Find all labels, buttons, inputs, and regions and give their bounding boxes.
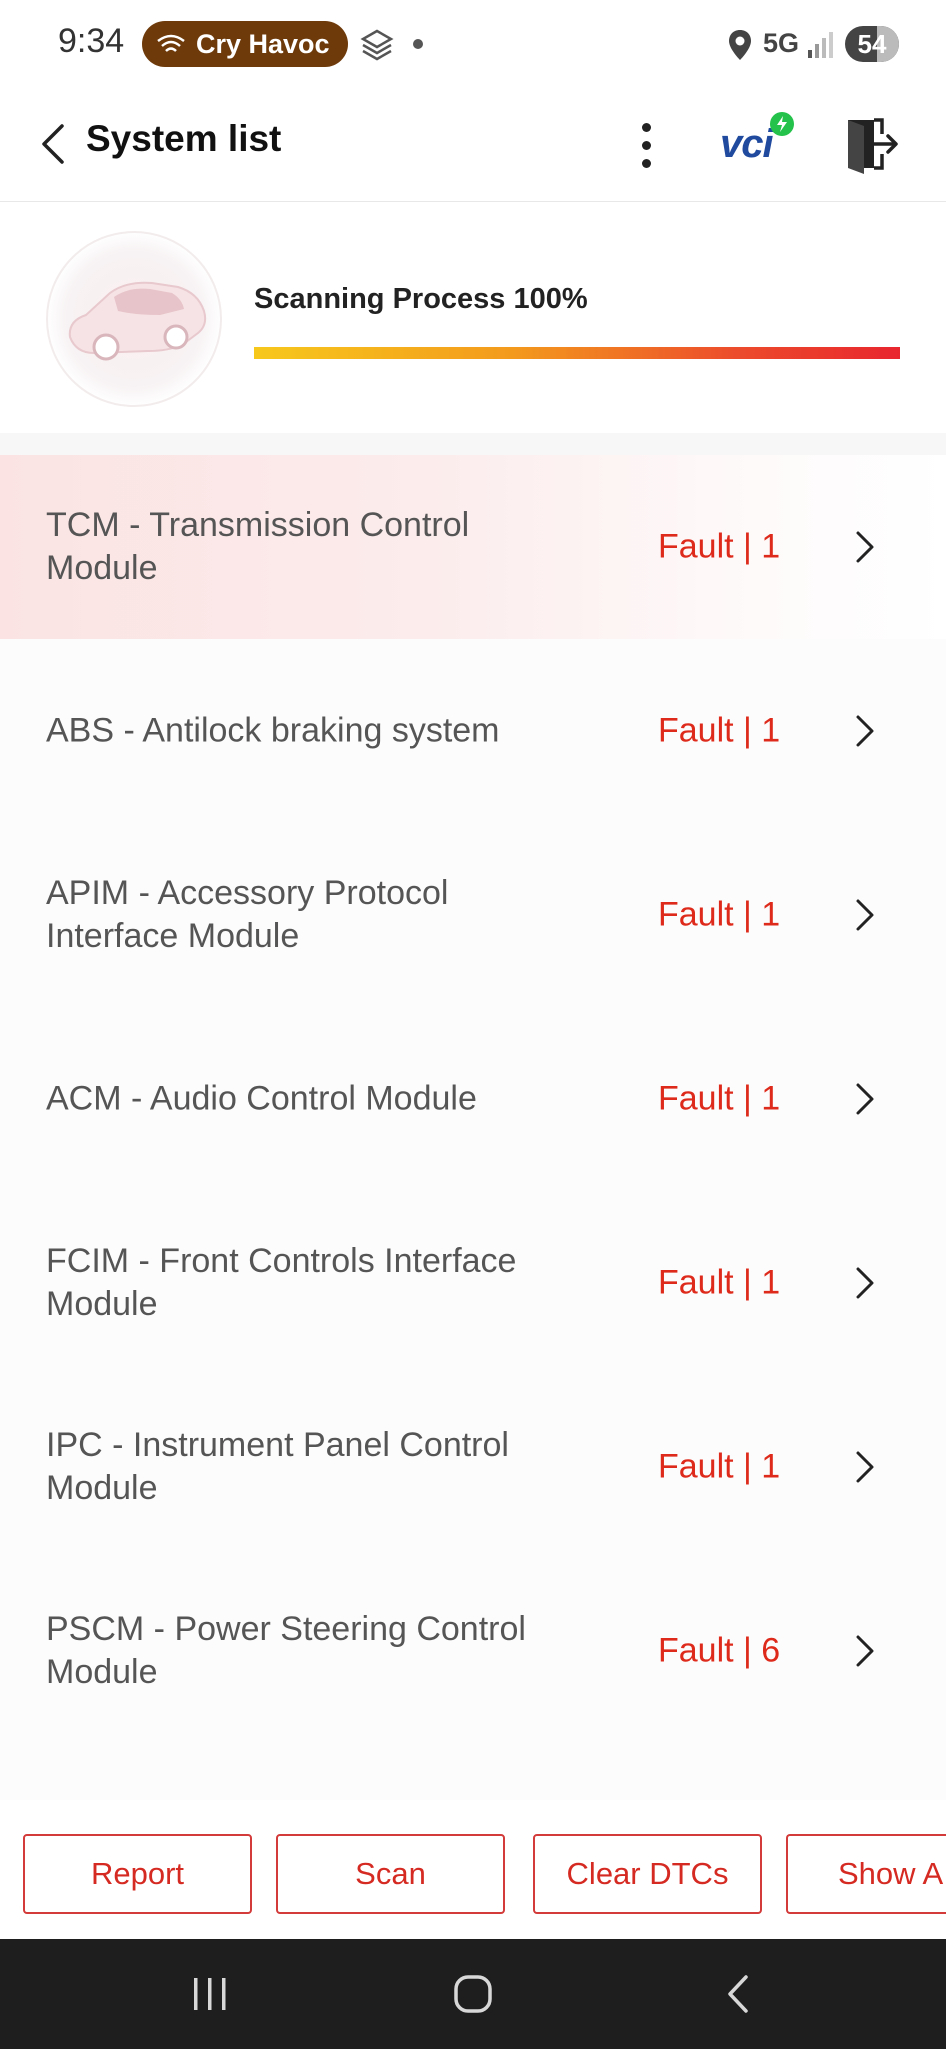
status-bar: 9:34 Cry Havoc 5G 54 bbox=[0, 0, 946, 90]
system-name: ACM - Audio Control Module bbox=[46, 1079, 477, 1118]
fault-status: Fault | 1 bbox=[658, 527, 781, 566]
vci-status-button[interactable]: vci bbox=[720, 110, 800, 180]
app-pill-label: Cry Havoc bbox=[196, 28, 330, 59]
signal-icon bbox=[808, 32, 833, 58]
exit-icon bbox=[848, 118, 898, 174]
vci-connected-icon bbox=[770, 112, 794, 136]
system-row[interactable]: ACM - Audio Control Module Fault | 1 bbox=[0, 1007, 946, 1191]
chevron-right-icon bbox=[856, 715, 874, 747]
layers-icon bbox=[360, 29, 394, 61]
system-list: TCM - Transmission Control Module Fault … bbox=[0, 455, 946, 1800]
scan-button[interactable]: Scan bbox=[276, 1834, 505, 1914]
recent-apps-icon bbox=[194, 1978, 226, 2010]
system-row[interactable]: TCM - Transmission Control Module Fault … bbox=[0, 455, 946, 639]
system-name: ABS - Antilock braking system bbox=[46, 711, 500, 750]
page-title: System list bbox=[86, 118, 282, 159]
notification-dot bbox=[413, 39, 423, 49]
vci-label: vci bbox=[720, 122, 774, 166]
back-icon bbox=[728, 1975, 748, 2013]
system-name: PSCM - Power Steering Control Module bbox=[46, 1610, 526, 1691]
chevron-right-icon bbox=[856, 531, 874, 563]
back-button[interactable] bbox=[28, 114, 76, 174]
system-row[interactable]: IPC - Instrument Panel Control Module Fa… bbox=[0, 1375, 946, 1559]
app-activity-pill[interactable]: Cry Havoc bbox=[142, 21, 348, 67]
system-back-button[interactable] bbox=[718, 1967, 758, 2021]
chevron-right-icon bbox=[856, 1451, 874, 1483]
system-name: FCIM - Front Controls Interface Module bbox=[46, 1242, 517, 1323]
waves-icon bbox=[157, 34, 185, 52]
chevron-right-icon bbox=[856, 1635, 874, 1667]
network-type: 5G bbox=[763, 28, 800, 58]
exit-button[interactable] bbox=[842, 112, 902, 176]
app-header: System list vci bbox=[0, 90, 946, 202]
chevron-left-icon bbox=[42, 124, 64, 164]
fault-status: Fault | 1 bbox=[658, 895, 781, 934]
system-row[interactable]: PSCM - Power Steering Control Module Fau… bbox=[0, 1559, 946, 1743]
status-time: 9:34 bbox=[58, 22, 125, 60]
section-divider bbox=[0, 433, 946, 455]
report-button[interactable]: Report bbox=[23, 1834, 252, 1914]
system-name: TCM - Transmission Control Module bbox=[46, 506, 470, 587]
system-row[interactable]: FCIM - Front Controls Interface Module F… bbox=[0, 1191, 946, 1375]
chevron-right-icon bbox=[856, 899, 874, 931]
system-nav-bar bbox=[0, 1939, 946, 2049]
recent-apps-button[interactable] bbox=[186, 1967, 234, 2021]
system-name: APIM - Accessory Protocol Interface Modu… bbox=[46, 874, 449, 955]
fault-status: Fault | 6 bbox=[658, 1631, 781, 1670]
scan-progress-label: Scanning Process 100% bbox=[254, 283, 588, 315]
location-icon bbox=[729, 30, 751, 60]
chevron-right-icon bbox=[856, 1267, 874, 1299]
action-bar: Report Scan Clear DTCs Show A bbox=[0, 1800, 946, 1939]
more-options-button[interactable] bbox=[626, 110, 666, 180]
car-illustration bbox=[46, 231, 222, 407]
car-icon bbox=[68, 281, 207, 361]
scan-status-card: Scanning Process 100% bbox=[0, 203, 946, 433]
chevron-right-icon bbox=[856, 1083, 874, 1115]
system-row[interactable]: APIM - Accessory Protocol Interface Modu… bbox=[0, 823, 946, 1007]
scan-progress-bar bbox=[254, 347, 900, 359]
system-name: IPC - Instrument Panel Control Module bbox=[46, 1426, 509, 1507]
system-row[interactable]: ABS - Antilock braking system Fault | 1 bbox=[0, 639, 946, 823]
home-button[interactable] bbox=[448, 1967, 498, 2021]
show-all-button[interactable]: Show A bbox=[786, 1834, 946, 1914]
battery-indicator: 54 bbox=[845, 26, 899, 62]
more-vertical-icon bbox=[641, 122, 651, 132]
fault-status: Fault | 1 bbox=[658, 1263, 781, 1302]
clear-dtcs-button[interactable]: Clear DTCs bbox=[533, 1834, 762, 1914]
fault-status: Fault | 1 bbox=[658, 1079, 781, 1118]
fault-status: Fault | 1 bbox=[658, 711, 781, 750]
battery-level: 54 bbox=[857, 29, 887, 59]
home-icon bbox=[454, 1975, 492, 2013]
fault-status: Fault | 1 bbox=[658, 1447, 781, 1486]
scan-progress-fill bbox=[254, 347, 900, 359]
